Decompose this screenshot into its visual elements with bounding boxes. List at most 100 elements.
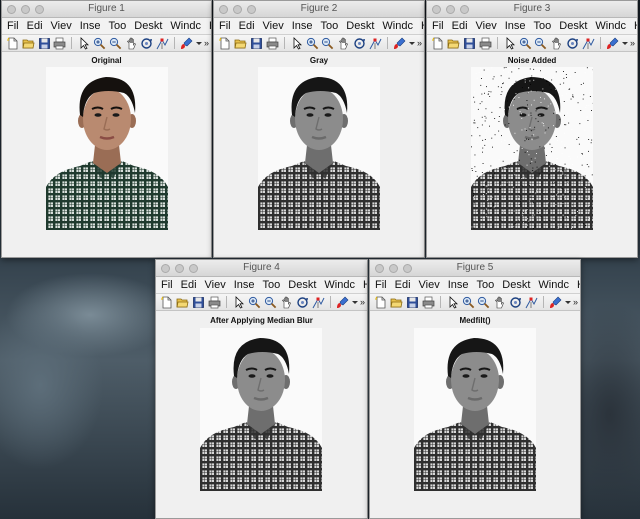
new-figure-icon[interactable] [159, 295, 174, 310]
title-bar[interactable]: Figure 5 [370, 260, 580, 277]
brush-dropdown-icon[interactable] [351, 295, 359, 310]
menu-file[interactable]: Fil [429, 20, 447, 32]
menu-help[interactable]: Hel [631, 20, 637, 32]
open-icon[interactable] [446, 36, 461, 51]
zoom-in-icon[interactable] [461, 295, 476, 310]
pointer-icon[interactable] [231, 295, 246, 310]
toolbar-overflow-icon[interactable]: » [573, 297, 580, 307]
pan-icon[interactable] [549, 36, 564, 51]
menu-desktop[interactable]: Deskt [499, 279, 533, 291]
print-icon[interactable] [478, 36, 493, 51]
pointer-icon[interactable] [502, 36, 517, 51]
menu-tools[interactable]: Too [474, 279, 498, 291]
save-icon[interactable] [462, 36, 477, 51]
menu-insert[interactable]: Inse [289, 20, 316, 32]
toolbar-overflow-icon[interactable]: » [360, 297, 367, 307]
data-cursor-icon[interactable] [368, 36, 383, 51]
rotate-3d-icon[interactable] [352, 36, 367, 51]
menu-tools[interactable]: Too [531, 20, 555, 32]
figure-window-1[interactable]: Figure 1 FilEdiVievInseTooDesktWindcHel▸… [1, 0, 212, 258]
save-icon[interactable] [37, 36, 52, 51]
menu-tools[interactable]: Too [106, 20, 130, 32]
print-icon[interactable] [52, 36, 67, 51]
rotate-3d-icon[interactable] [565, 36, 580, 51]
pan-icon[interactable] [279, 295, 294, 310]
title-bar[interactable]: Figure 2 [214, 1, 424, 18]
new-figure-icon[interactable] [430, 36, 445, 51]
menu-insert[interactable]: Inse [231, 279, 258, 291]
menu-insert[interactable]: Inse [502, 20, 529, 32]
open-icon[interactable] [233, 36, 248, 51]
print-icon[interactable] [421, 295, 436, 310]
menu-view[interactable]: Viev [473, 20, 500, 32]
menu-edit[interactable]: Edi [178, 279, 200, 291]
menu-desktop[interactable]: Deskt [556, 20, 590, 32]
menu-edit[interactable]: Edi [24, 20, 46, 32]
menu-desktop[interactable]: Deskt [131, 20, 165, 32]
menu-help[interactable]: Hel [418, 20, 424, 32]
menu-view[interactable]: Viev [260, 20, 287, 32]
menu-desktop[interactable]: Deskt [285, 279, 319, 291]
new-figure-icon[interactable] [217, 36, 232, 51]
new-figure-icon[interactable] [373, 295, 388, 310]
new-figure-icon[interactable] [5, 36, 20, 51]
menu-file[interactable]: Fil [216, 20, 234, 32]
menu-help[interactable]: Hel [206, 20, 211, 32]
zoom-in-icon[interactable] [305, 36, 320, 51]
menu-window[interactable]: Windc [535, 279, 572, 291]
zoom-in-icon[interactable] [518, 36, 533, 51]
data-cursor-icon[interactable] [524, 295, 539, 310]
rotate-3d-icon[interactable] [508, 295, 523, 310]
menu-edit[interactable]: Edi [392, 279, 414, 291]
rotate-3d-icon[interactable] [140, 36, 155, 51]
data-cursor-icon[interactable] [155, 36, 170, 51]
save-icon[interactable] [405, 295, 420, 310]
title-bar[interactable]: Figure 3 [427, 1, 637, 18]
menu-window[interactable]: Windc [321, 279, 358, 291]
figure-window-5[interactable]: Figure 5 FilEdiVievInseTooDesktWindcHel▸… [369, 259, 581, 519]
figure-window-2[interactable]: Figure 2 FilEdiVievInseTooDesktWindcHel▸… [213, 0, 425, 258]
menu-insert[interactable]: Inse [77, 20, 104, 32]
zoom-in-icon[interactable] [247, 295, 262, 310]
print-icon[interactable] [207, 295, 222, 310]
brush-dropdown-icon[interactable] [195, 36, 203, 51]
open-icon[interactable] [175, 295, 190, 310]
menu-window[interactable]: Windc [167, 20, 204, 32]
brush-icon[interactable] [392, 36, 407, 51]
menu-tools[interactable]: Too [260, 279, 284, 291]
data-cursor-icon[interactable] [311, 295, 326, 310]
zoom-out-icon[interactable] [263, 295, 278, 310]
save-icon[interactable] [191, 295, 206, 310]
menu-view[interactable]: Viev [202, 279, 229, 291]
rotate-3d-icon[interactable] [295, 295, 310, 310]
menu-edit[interactable]: Edi [449, 20, 471, 32]
pointer-icon[interactable] [445, 295, 460, 310]
title-bar[interactable]: Figure 1 [2, 1, 211, 18]
pan-icon[interactable] [492, 295, 507, 310]
brush-dropdown-icon[interactable] [408, 36, 416, 51]
figure-window-4[interactable]: Figure 4 FilEdiVievInseTooDesktWindcHel▸… [155, 259, 368, 519]
zoom-out-icon[interactable] [533, 36, 548, 51]
menu-tools[interactable]: Too [318, 20, 342, 32]
pan-icon[interactable] [124, 36, 139, 51]
open-icon[interactable] [21, 36, 36, 51]
menu-file[interactable]: Fil [158, 279, 176, 291]
menu-insert[interactable]: Inse [445, 279, 472, 291]
toolbar-overflow-icon[interactable]: » [630, 38, 637, 48]
pointer-icon[interactable] [289, 36, 304, 51]
menu-window[interactable]: Windc [592, 20, 629, 32]
menu-file[interactable]: Fil [372, 279, 390, 291]
zoom-in-icon[interactable] [92, 36, 107, 51]
print-icon[interactable] [265, 36, 280, 51]
figure-window-3[interactable]: Figure 3 FilEdiVievInseTooDesktWindcHel▸… [426, 0, 638, 258]
zoom-out-icon[interactable] [476, 295, 491, 310]
save-icon[interactable] [249, 36, 264, 51]
menu-edit[interactable]: Edi [236, 20, 258, 32]
toolbar-overflow-icon[interactable]: » [204, 38, 211, 48]
menu-help[interactable]: Hel [574, 279, 580, 291]
zoom-out-icon[interactable] [108, 36, 123, 51]
data-cursor-icon[interactable] [581, 36, 596, 51]
brush-icon[interactable] [335, 295, 350, 310]
brush-dropdown-icon[interactable] [564, 295, 572, 310]
brush-dropdown-icon[interactable] [621, 36, 629, 51]
